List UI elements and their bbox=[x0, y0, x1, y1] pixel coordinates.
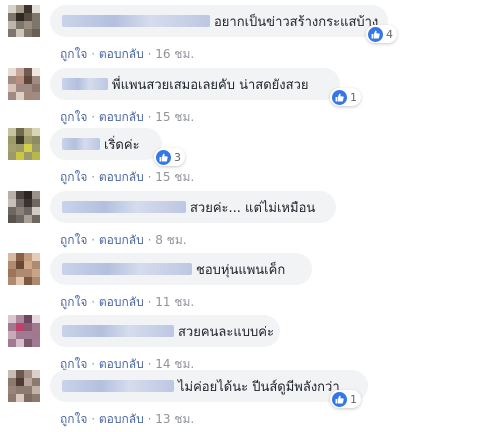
reaction-count-badge[interactable]: 1 bbox=[330, 390, 361, 408]
reply-link[interactable]: ตอบกลับ bbox=[99, 412, 144, 426]
thumbs-up-icon bbox=[368, 26, 383, 42]
comment-item: พี่แพนสวยเสมอเลยคับ น่าสดยังสวย 1 ถูกใจ … bbox=[0, 68, 498, 130]
comment-bubble: ชอบหุ่นแพนเค็ก bbox=[50, 253, 312, 285]
timestamp[interactable]: 16 ชม. bbox=[155, 47, 194, 61]
like-link[interactable]: ถูกใจ bbox=[60, 412, 87, 426]
comment-item: สวยค่ะ... แต่ไม่เหมือน ถูกใจ · ตอบกลับ ·… bbox=[0, 191, 498, 253]
avatar[interactable] bbox=[8, 253, 40, 285]
timestamp[interactable]: 13 ชม. bbox=[155, 412, 194, 426]
separator-dot: · bbox=[91, 170, 99, 184]
avatar[interactable] bbox=[8, 68, 40, 100]
comment-text: สวยคนละแบบค่ะ bbox=[178, 324, 274, 340]
reply-link[interactable]: ตอบกลับ bbox=[99, 357, 144, 371]
comment-actions: ถูกใจ · ตอบกลับ · 15 ชม. bbox=[60, 108, 194, 127]
avatar[interactable] bbox=[8, 128, 40, 160]
like-link[interactable]: ถูกใจ bbox=[60, 357, 87, 371]
separator-dot: · bbox=[91, 233, 99, 247]
author-name-blurred[interactable] bbox=[62, 201, 186, 213]
comment-item: ชอบหุ่นแพนเค็ก ถูกใจ · ตอบกลับ · 11 ชม. bbox=[0, 253, 498, 315]
author-name-blurred[interactable] bbox=[62, 325, 174, 337]
author-name-blurred[interactable] bbox=[62, 15, 210, 27]
comment-text: พี่แพนสวยเสมอเลยคับ น่าสดยังสวย bbox=[112, 77, 309, 93]
comment-bubble: อยากเป็นข่าวสร้างกระแสบ้าง bbox=[50, 5, 388, 37]
reaction-count-badge[interactable]: 4 bbox=[366, 25, 397, 43]
timestamp[interactable]: 15 ชม. bbox=[155, 110, 194, 124]
author-name-blurred[interactable] bbox=[62, 380, 174, 392]
separator-dot: · bbox=[91, 412, 99, 426]
comment-text: สวยค่ะ... แต่ไม่เหมือน bbox=[190, 200, 316, 216]
comment-text: ไม่ค่อยได้นะ ปีนส์ดูมีพลังกว่า bbox=[178, 379, 340, 395]
comment-bubble: สวยคนละแบบค่ะ bbox=[50, 315, 280, 347]
comment-text: อยากเป็นข่าวสร้างกระแสบ้าง bbox=[214, 14, 379, 30]
avatar[interactable] bbox=[8, 191, 40, 223]
avatar[interactable] bbox=[8, 370, 40, 402]
comment-actions: ถูกใจ · ตอบกลับ · 16 ชม. bbox=[60, 45, 194, 64]
reply-link[interactable]: ตอบกลับ bbox=[99, 110, 144, 124]
thumbs-up-icon bbox=[332, 391, 347, 407]
reply-link[interactable]: ตอบกลับ bbox=[99, 295, 144, 309]
avatar[interactable] bbox=[8, 5, 40, 37]
timestamp[interactable]: 11 ชม. bbox=[155, 295, 194, 309]
reply-link[interactable]: ตอบกลับ bbox=[99, 170, 144, 184]
comment-bubble: สวยค่ะ... แต่ไม่เหมือน bbox=[50, 191, 336, 223]
comment-bubble: ไม่ค่อยได้นะ ปีนส์ดูมีพลังกว่า bbox=[50, 370, 368, 402]
reaction-count: 4 bbox=[386, 27, 393, 41]
like-link[interactable]: ถูกใจ bbox=[60, 170, 87, 184]
avatar[interactable] bbox=[8, 315, 40, 347]
reply-link[interactable]: ตอบกลับ bbox=[99, 233, 144, 247]
comment-item: เริ่ดค่ะ 3 ถูกใจ · ตอบกลับ · 15 ชม. bbox=[0, 128, 498, 190]
like-link[interactable]: ถูกใจ bbox=[60, 110, 87, 124]
separator-dot: · bbox=[91, 110, 99, 124]
reaction-count-badge[interactable]: 3 bbox=[154, 148, 185, 166]
comment-actions: ถูกใจ · ตอบกลับ · 13 ชม. bbox=[60, 410, 194, 429]
separator-dot: · bbox=[91, 295, 99, 309]
like-link[interactable]: ถูกใจ bbox=[60, 295, 87, 309]
author-name-blurred[interactable] bbox=[62, 263, 192, 275]
comment-bubble: เริ่ดค่ะ bbox=[50, 128, 162, 160]
like-link[interactable]: ถูกใจ bbox=[60, 233, 87, 247]
comment-item: อยากเป็นข่าวสร้างกระแสบ้าง 4 ถูกใจ · ตอบ… bbox=[0, 5, 498, 67]
separator-dot: · bbox=[91, 47, 99, 61]
separator-dot: · bbox=[91, 357, 99, 371]
reply-link[interactable]: ตอบกลับ bbox=[99, 47, 144, 61]
comment-item: ไม่ค่อยได้นะ ปีนส์ดูมีพลังกว่า 1 ถูกใจ ·… bbox=[0, 370, 498, 432]
timestamp[interactable]: 15 ชม. bbox=[155, 170, 194, 184]
timestamp[interactable]: 14 ชม. bbox=[155, 357, 194, 371]
thumbs-up-icon bbox=[332, 89, 347, 105]
reaction-count-badge[interactable]: 1 bbox=[330, 88, 361, 106]
comment-text: ชอบหุ่นแพนเค็ก bbox=[196, 262, 286, 278]
reaction-count: 1 bbox=[350, 392, 357, 406]
comment-text: เริ่ดค่ะ bbox=[104, 137, 140, 153]
comment-actions: ถูกใจ · ตอบกลับ · 15 ชม. bbox=[60, 168, 194, 187]
comment-bubble: พี่แพนสวยเสมอเลยคับ น่าสดยังสวย bbox=[50, 68, 340, 100]
comment-actions: ถูกใจ · ตอบกลับ · 11 ชม. bbox=[60, 293, 194, 312]
reaction-count: 3 bbox=[174, 150, 181, 164]
comment-actions: ถูกใจ · ตอบกลับ · 8 ชม. bbox=[60, 231, 187, 250]
timestamp[interactable]: 8 ชม. bbox=[155, 233, 186, 247]
author-name-blurred[interactable] bbox=[62, 78, 108, 90]
author-name-blurred[interactable] bbox=[62, 138, 100, 150]
thumbs-up-icon bbox=[156, 149, 171, 165]
like-link[interactable]: ถูกใจ bbox=[60, 47, 87, 61]
reaction-count: 1 bbox=[350, 90, 357, 104]
comment-item: สวยคนละแบบค่ะ ถูกใจ · ตอบกลับ · 14 ชม. bbox=[0, 315, 498, 377]
